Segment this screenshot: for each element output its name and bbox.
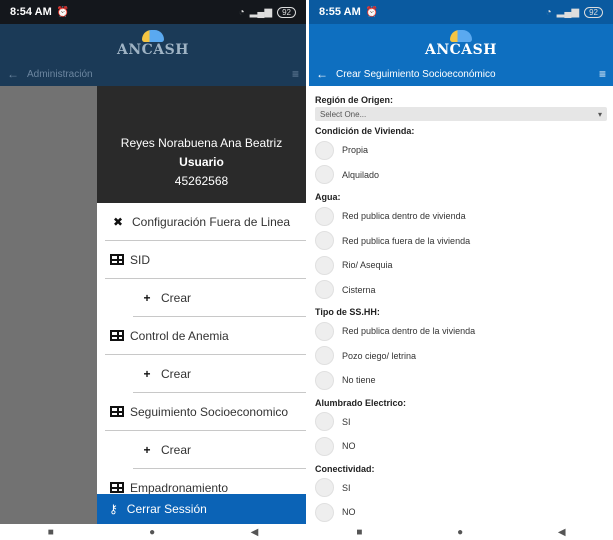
plus-icon: + (143, 443, 151, 457)
radio-option[interactable]: NO (315, 434, 607, 459)
nav-bar: ← Crear Seguimiento Socioeconómico ≡ (309, 62, 613, 86)
plus-icon: + (143, 367, 151, 381)
radio-option[interactable]: SI (315, 410, 607, 435)
table-icon (110, 254, 124, 265)
battery-indicator: 92 (277, 6, 296, 18)
android-nav-bar: ■ ● ◀ (0, 524, 306, 540)
region-select[interactable]: Select One... ▾ (315, 107, 607, 121)
nav-title: Administración (27, 68, 93, 80)
logout-button[interactable]: ⚷ Cerrar Sessión (97, 494, 306, 524)
right-phone-screen: 8:55 AM ⏰ ◔ ▂▄▆ 92 ANCASH ← Crear Seguimien… (309, 0, 613, 540)
radio-option[interactable]: Red publica fuera de la vivienda (315, 229, 607, 254)
back-triangle-icon[interactable]: ◀ (558, 527, 566, 538)
sshh-label: Tipo de SS.HH: (315, 307, 380, 317)
radio-circle[interactable] (315, 370, 334, 390)
alumbrado-label: Alumbrado Electrico: (315, 397, 407, 408)
app-header: ANCASH ← Crear Seguimiento Socioeconómic… (309, 24, 613, 86)
radio-circle[interactable] (315, 255, 334, 275)
radio-option[interactable]: Propia (315, 138, 607, 163)
signal-icon: ▂▄▆ (249, 6, 273, 18)
radio-circle[interactable] (315, 436, 334, 456)
alarm-icon: ⏰ (365, 6, 379, 18)
home-icon[interactable]: ● (149, 527, 155, 538)
status-time: 8:55 AM (319, 6, 361, 18)
back-triangle-icon[interactable]: ◀ (251, 527, 259, 538)
left-phone-screen: 8:54 AM ⏰ ◔ ▂▄▆ 92 ANCASH ← Administración … (0, 0, 306, 540)
logo-text: ANCASH (116, 42, 189, 58)
signal-icon: ▂▄▆ (556, 6, 580, 18)
nav-bar: ← Administración ≡ (0, 62, 306, 86)
back-arrow-icon[interactable]: ← (316, 67, 328, 81)
radio-option[interactable]: NO (315, 500, 607, 524)
radio-circle[interactable] (315, 280, 334, 300)
battery-indicator: 92 (584, 6, 603, 18)
logo-text: ANCASH (424, 42, 497, 58)
table-icon (110, 482, 124, 493)
menu-item-sid-crear[interactable]: + Crear (97, 279, 306, 317)
status-bar: 8:55 AM ⏰ ◔ ▂▄▆ 92 (309, 0, 613, 24)
hamburger-menu-icon[interactable]: ≡ (292, 67, 299, 81)
radio-circle[interactable] (315, 165, 334, 185)
ancash-logo: ANCASH (0, 26, 306, 62)
plus-icon: + (143, 291, 151, 305)
radio-circle[interactable] (315, 206, 334, 226)
navigation-drawer: Reyes Norabuena Ana Beatriz Usuario 4526… (97, 86, 306, 524)
radio-option[interactable]: Red publica dentro de la vivienda (315, 319, 607, 344)
hamburger-menu-icon[interactable]: ≡ (599, 67, 606, 81)
home-icon[interactable]: ● (457, 527, 463, 538)
dimmed-content-overlay[interactable]: Reyes Norabuena Ana Beatriz Usuario 4526… (0, 86, 306, 524)
radio-circle[interactable] (315, 231, 334, 251)
radio-circle[interactable] (315, 502, 334, 522)
radio-circle[interactable] (315, 412, 334, 432)
app-header: ANCASH ← Administración ≡ (0, 24, 306, 86)
table-icon (110, 330, 124, 341)
radio-circle[interactable] (315, 346, 334, 366)
menu-item-anemia-crear[interactable]: + Crear (97, 355, 306, 393)
radio-option[interactable]: Alquilado (315, 163, 607, 188)
tools-icon: ✖ (112, 215, 124, 229)
user-role: Usuario (179, 155, 224, 169)
back-arrow-icon[interactable]: ← (7, 67, 19, 81)
radio-circle[interactable] (315, 321, 334, 341)
menu-item-sid[interactable]: SID (97, 241, 306, 279)
radio-option[interactable]: Red publica dentro de vivienda (315, 204, 607, 229)
wifi-icon: ◔ (545, 6, 552, 18)
vivienda-label: Condición de Vivienda: (315, 126, 415, 136)
radio-circle[interactable] (315, 140, 334, 160)
seguimiento-form: Región de Origen: Select One... ▾ Condici… (309, 86, 613, 524)
menu-item-configuracion[interactable]: ✖ Configuración Fuera de Linea (97, 203, 306, 241)
radio-circle[interactable] (315, 478, 334, 498)
alarm-icon: ⏰ (56, 6, 70, 18)
user-name: Reyes Norabuena Ana Beatriz (120, 136, 283, 150)
wifi-icon: ◔ (238, 6, 245, 18)
dropdown-arrow-icon: ▾ (597, 109, 602, 119)
agua-label: Agua: (315, 192, 341, 202)
menu-item-seguimiento[interactable]: Seguimiento Socioeconomico (97, 393, 306, 431)
user-id: 45262568 (174, 174, 229, 188)
conectividad-label: Conectividad: (315, 463, 375, 474)
key-icon: ⚷ (109, 502, 118, 516)
logo-emblem-icon (142, 30, 164, 42)
radio-option[interactable]: Cisterna (315, 278, 607, 303)
menu-item-seguimiento-crear[interactable]: + Crear (97, 431, 306, 469)
drawer-menu: ✖ Configuración Fuera de Linea SID + Crear… (97, 203, 306, 507)
ancash-logo: ANCASH (309, 26, 613, 62)
table-icon (110, 406, 124, 417)
region-label: Región de Origen: (315, 95, 394, 105)
android-nav-bar: ■ ● ◀ (309, 524, 613, 540)
radio-option[interactable]: Rio/ Asequia (315, 253, 607, 278)
status-bar: 8:54 AM ⏰ ◔ ▂▄▆ 92 (0, 0, 306, 24)
recents-icon[interactable]: ■ (48, 527, 54, 538)
nav-title: Crear Seguimiento Socioeconómico (336, 68, 496, 80)
radio-option[interactable]: Pozo ciego/ letrina (315, 344, 607, 369)
menu-item-control-anemia[interactable]: Control de Anemia (97, 317, 306, 355)
radio-option[interactable]: No tiene (315, 368, 607, 393)
status-time: 8:54 AM (10, 6, 52, 18)
drawer-user-header: Reyes Norabuena Ana Beatriz Usuario 4526… (97, 86, 306, 203)
radio-option[interactable]: SI (315, 476, 607, 501)
recents-icon[interactable]: ■ (356, 527, 362, 538)
logo-emblem-icon (450, 30, 472, 42)
